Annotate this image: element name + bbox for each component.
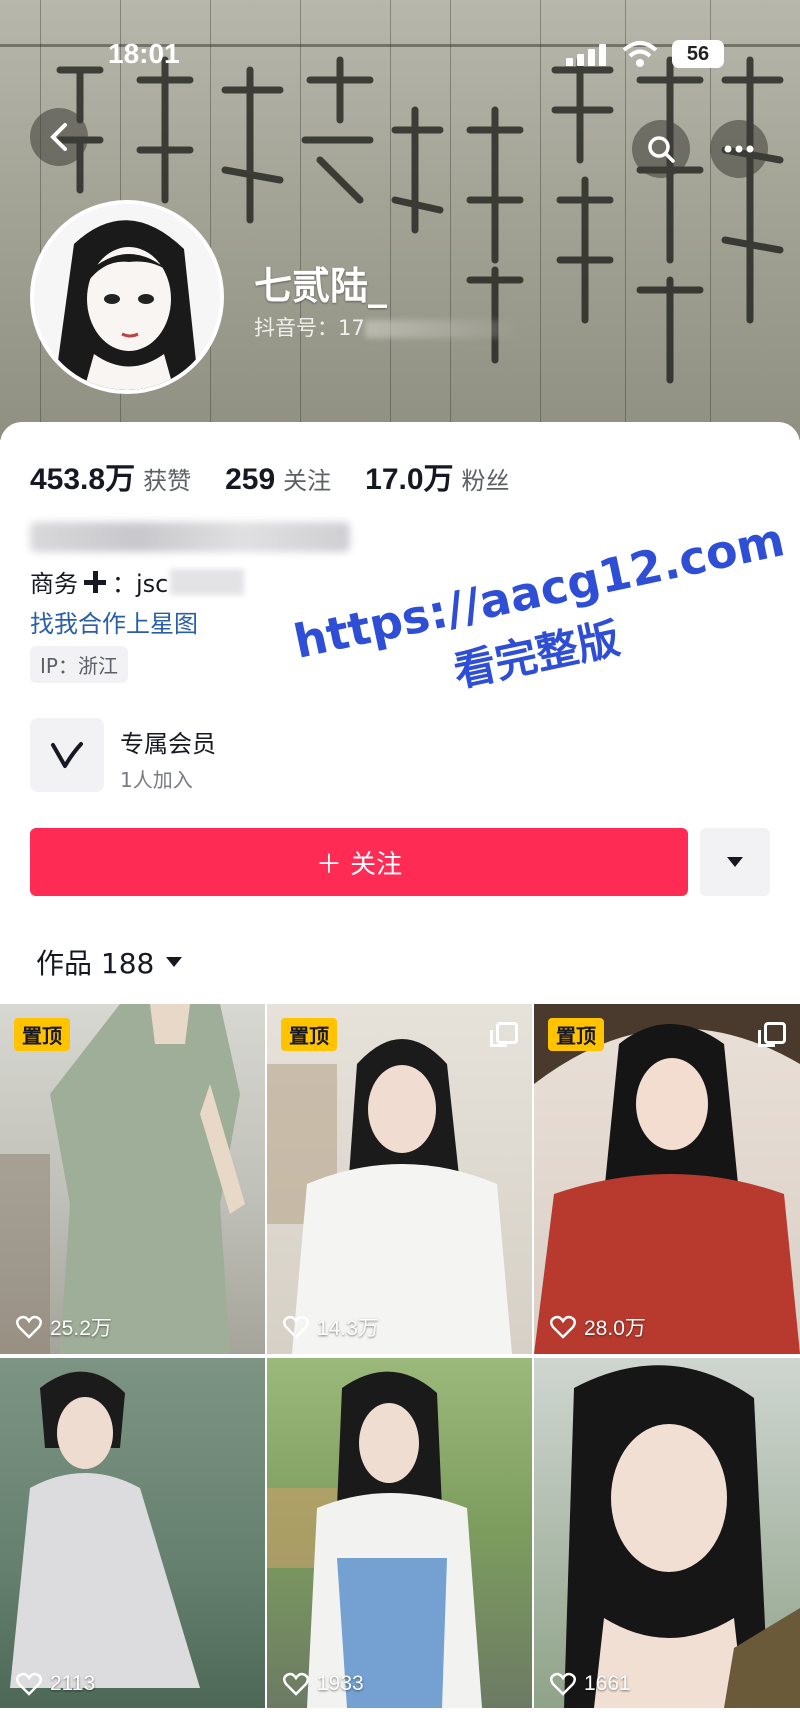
video-thumbnail[interactable]: 置顶 28.0万 xyxy=(534,1004,800,1354)
like-count: 28.0万 xyxy=(550,1312,646,1342)
works-label: 作品 188 xyxy=(36,947,155,980)
redacted-bio xyxy=(30,522,350,552)
business-value: ：jsc xyxy=(112,570,169,598)
heart-icon xyxy=(16,1672,42,1696)
likes-label: 获赞 xyxy=(143,467,192,495)
search-button[interactable] xyxy=(632,120,690,178)
video-thumbnail[interactable]: 1661 xyxy=(534,1358,800,1708)
business-contact: 商务 ：jsc xyxy=(30,564,245,599)
thumbnail-figure xyxy=(267,1371,482,1708)
wifi-icon xyxy=(622,41,658,67)
heart-icon xyxy=(283,1672,309,1696)
redacted-id xyxy=(364,320,515,338)
avatar[interactable] xyxy=(30,200,224,394)
follow-button[interactable]: ＋ 关注 xyxy=(30,828,688,896)
membership-title[interactable]: 专属会员 xyxy=(120,724,216,759)
thumbnail-figure xyxy=(10,1371,200,1688)
more-options-button[interactable] xyxy=(710,120,768,178)
heart-icon xyxy=(550,1315,576,1339)
follow-options-button[interactable] xyxy=(700,828,770,896)
search-icon xyxy=(648,136,675,163)
plus-icon xyxy=(84,570,106,593)
ip-location-tag: IP：浙江 xyxy=(30,646,128,683)
like-count-value: 28.0万 xyxy=(584,1317,646,1340)
likes-count: 453.8万 xyxy=(30,463,136,496)
following-label[interactable]: 关注 xyxy=(283,461,331,496)
video-thumbnail[interactable]: 2113 xyxy=(0,1358,265,1708)
redacted-contact xyxy=(170,568,245,595)
heart-icon xyxy=(16,1315,42,1339)
profile-stats: 453.8万 获赞 259 关注 17.0万 粉丝 xyxy=(30,454,544,498)
like-count-value: 2113 xyxy=(50,1672,96,1695)
like-count: 1661 xyxy=(550,1672,631,1696)
followers-label[interactable]: 粉丝 xyxy=(462,461,510,496)
like-count-value: 14.3万 xyxy=(317,1317,379,1340)
pinned-badge: 置顶 xyxy=(548,1018,604,1051)
thumbnail-figure xyxy=(267,1039,512,1354)
chevron-left-icon xyxy=(50,123,67,151)
username: 七贰陆_ xyxy=(254,264,388,308)
business-label: 商务 xyxy=(30,570,78,598)
thumbnail-figure xyxy=(564,1365,800,1708)
status-bar: 18:01 56 xyxy=(0,34,800,74)
douyin-id: 抖音号：17 xyxy=(254,312,515,342)
multi-image-icon xyxy=(758,1022,786,1047)
more-dots-icon xyxy=(724,145,754,153)
status-time: 18:01 xyxy=(108,38,180,69)
video-thumbnail[interactable]: 置顶 25.2万 xyxy=(0,1004,265,1354)
caret-down-icon xyxy=(166,957,183,967)
thumbnail-figure xyxy=(0,1004,245,1354)
heart-icon xyxy=(283,1315,309,1339)
battery-icon: 56 xyxy=(672,40,724,68)
pinned-badge: 置顶 xyxy=(281,1018,337,1051)
cellular-signal-icon xyxy=(566,44,608,66)
heart-icon xyxy=(550,1672,576,1696)
membership-icon[interactable] xyxy=(30,718,104,792)
back-button[interactable] xyxy=(30,108,88,166)
caret-down-icon xyxy=(727,857,743,867)
video-thumbnail[interactable]: 1933 xyxy=(267,1358,532,1708)
multi-image-icon xyxy=(490,1022,518,1047)
membership-subtitle: 1人加入 xyxy=(120,768,193,792)
like-count: 1933 xyxy=(283,1672,364,1696)
like-count-value: 1661 xyxy=(584,1672,631,1695)
video-grid: 置顶 25.2万 置顶 14.3万 置顶 28.0万 2113 1933 166… xyxy=(0,1004,800,1708)
following-count[interactable]: 259 xyxy=(225,463,275,497)
like-count: 2113 xyxy=(16,1672,95,1696)
v-logo-icon xyxy=(51,742,83,768)
star-map-link[interactable]: 找我合作上星图 xyxy=(30,604,198,639)
avatar-illustration xyxy=(34,204,220,390)
works-tab[interactable]: 作品 188 xyxy=(36,942,183,982)
profile-card: 453.8万 获赞 259 关注 17.0万 粉丝 商务 ：jsc 找我合作上星… xyxy=(0,422,800,1736)
pinned-badge: 置顶 xyxy=(14,1018,70,1051)
followers-count[interactable]: 17.0万 xyxy=(365,454,453,498)
thumbnail-figure xyxy=(534,1004,800,1354)
douyin-id-text: 抖音号：17 xyxy=(254,316,365,340)
like-count-value: 25.2万 xyxy=(50,1317,112,1340)
video-thumbnail[interactable]: 置顶 14.3万 xyxy=(267,1004,532,1354)
like-count: 14.3万 xyxy=(283,1312,379,1342)
like-count: 25.2万 xyxy=(16,1312,112,1342)
like-count-value: 1933 xyxy=(317,1672,364,1695)
